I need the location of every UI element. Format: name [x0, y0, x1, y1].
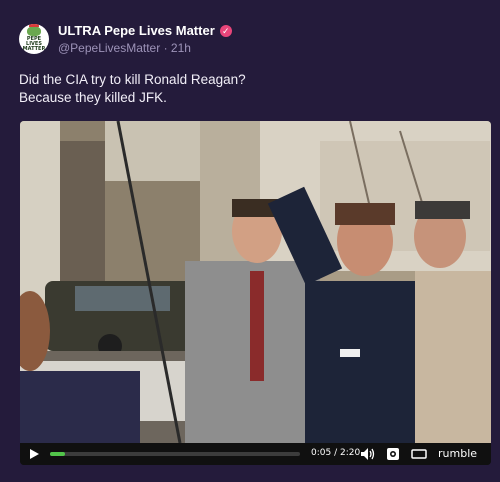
settings-icon[interactable] [386, 447, 400, 461]
rumble-logo-icon[interactable]: rumble [438, 447, 477, 460]
time-display: 0:05 / 2:20 [311, 448, 361, 458]
theater-icon[interactable] [411, 447, 427, 461]
verified-badge-icon: ✓ [219, 24, 232, 37]
seek-bar[interactable] [50, 452, 300, 456]
author-handle[interactable]: @PepeLivesMatter [58, 41, 160, 55]
volume-icon[interactable] [360, 447, 376, 461]
post-time[interactable]: 21h [171, 41, 191, 55]
frog-icon [26, 24, 41, 36]
play-icon[interactable] [30, 449, 39, 459]
post-text-line: Because they killed JFK. [19, 90, 167, 105]
post-card: PEPE LIVES MATTER ULTRA Pepe Lives Matter … [0, 0, 500, 482]
post-text: Did the CIA try to kill Ronald Reagan? B… [19, 71, 479, 107]
post-meta: @PepeLivesMatter · 21h [58, 41, 191, 55]
post-text-line: Did the CIA try to kill Ronald Reagan? [19, 72, 246, 87]
avatar-logo: PEPE LIVES MATTER [23, 24, 45, 52]
video-frame[interactable] [20, 121, 491, 443]
video-controls: 0:05 / 2:20 rumble [20, 443, 491, 465]
avatar[interactable]: PEPE LIVES MATTER [19, 24, 49, 54]
author-name[interactable]: ULTRA Pepe Lives Matter [58, 23, 215, 38]
seek-progress [50, 452, 65, 456]
author-row: ULTRA Pepe Lives Matter ✓ [58, 23, 232, 38]
video-frame-image [20, 121, 491, 443]
meta-separator: · [163, 41, 168, 55]
video-player[interactable]: 0:05 / 2:20 rumble [20, 121, 491, 465]
